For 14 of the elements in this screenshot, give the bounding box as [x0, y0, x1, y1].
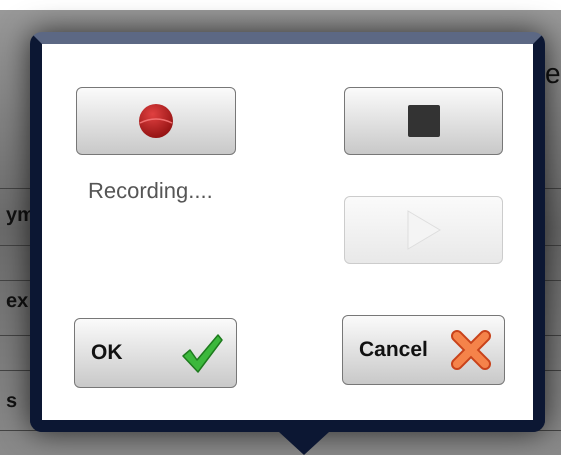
stop-button[interactable]	[344, 87, 503, 155]
recording-status: Recording....	[88, 178, 213, 204]
play-icon	[406, 210, 440, 250]
checkmark-icon	[180, 332, 224, 374]
ok-button[interactable]: OK	[74, 318, 237, 388]
record-button[interactable]	[76, 87, 236, 155]
popover-arrow	[279, 432, 329, 455]
cancel-button[interactable]: Cancel	[342, 315, 505, 385]
partial-text: s	[6, 390, 18, 413]
record-icon	[138, 103, 174, 139]
partial-text: e	[545, 58, 561, 90]
stop-icon	[408, 105, 440, 137]
cross-icon	[450, 329, 492, 371]
partial-text: ex	[6, 290, 28, 313]
